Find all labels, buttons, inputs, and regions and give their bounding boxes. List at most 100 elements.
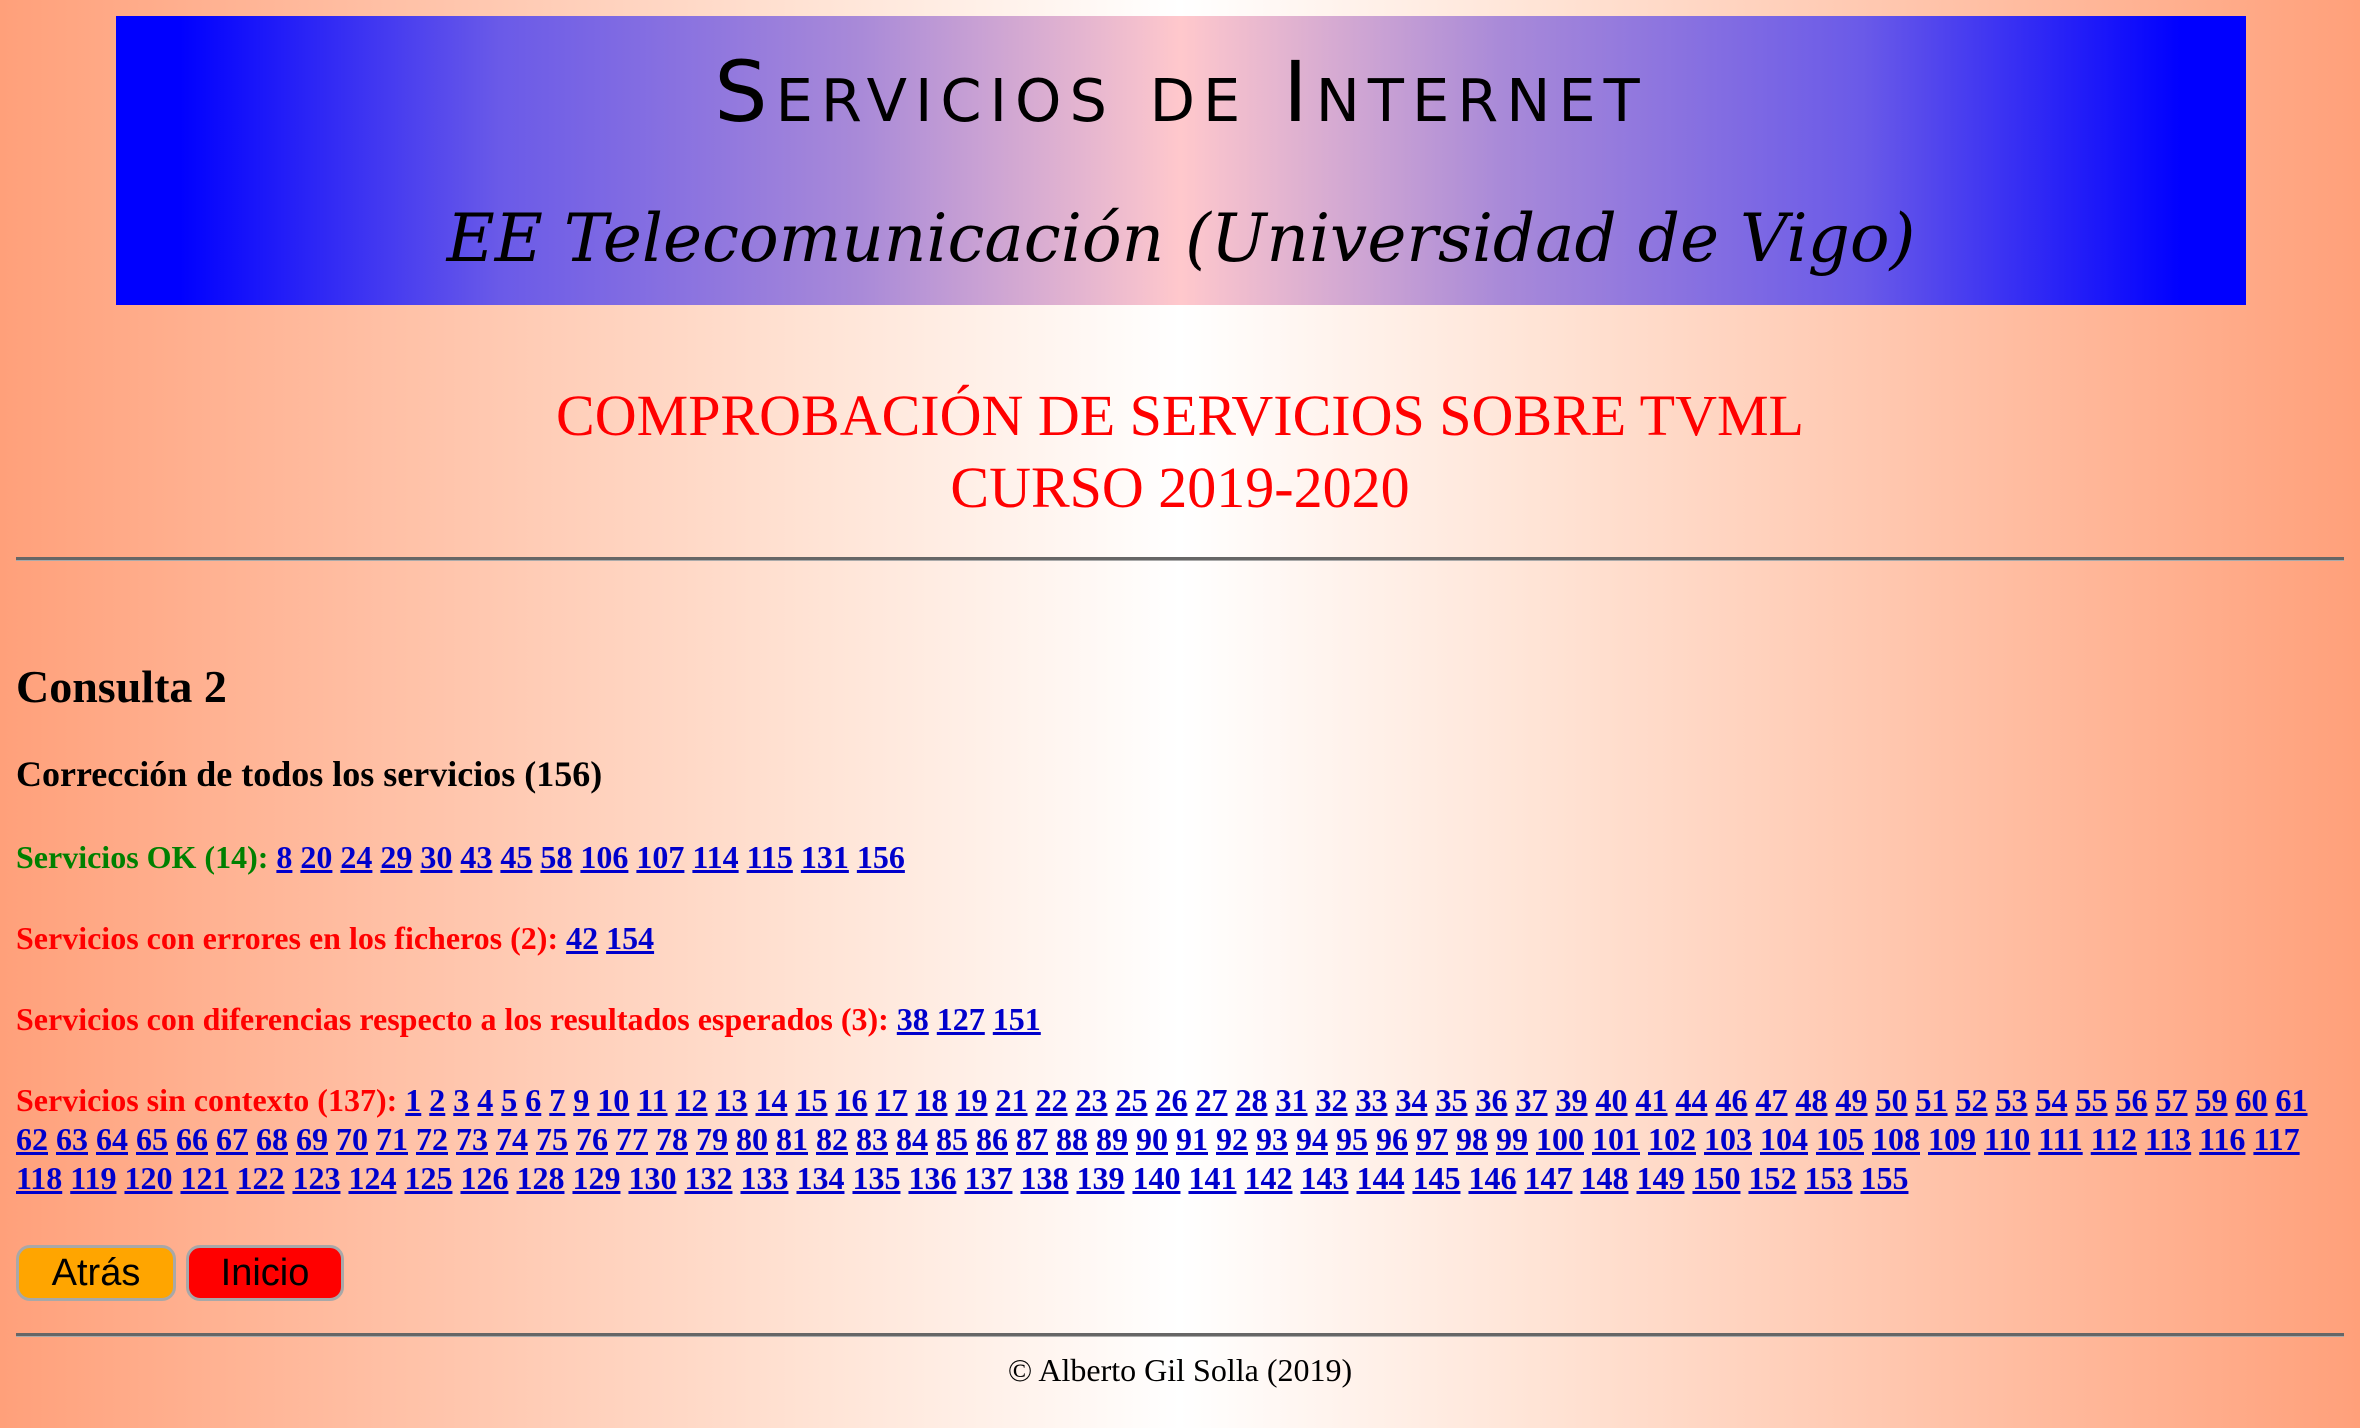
service-link[interactable]: 123 bbox=[292, 1160, 340, 1196]
service-link[interactable]: 141 bbox=[1188, 1160, 1236, 1196]
service-link[interactable]: 113 bbox=[2145, 1121, 2191, 1157]
service-link[interactable]: 154 bbox=[606, 920, 654, 956]
service-link[interactable]: 53 bbox=[1996, 1082, 2028, 1118]
service-link[interactable]: 29 bbox=[380, 839, 412, 875]
service-link[interactable]: 83 bbox=[856, 1121, 888, 1157]
service-link[interactable]: 85 bbox=[936, 1121, 968, 1157]
service-link[interactable]: 22 bbox=[1036, 1082, 1068, 1118]
service-link[interactable]: 155 bbox=[1860, 1160, 1908, 1196]
service-link[interactable]: 31 bbox=[1276, 1082, 1308, 1118]
service-link[interactable]: 87 bbox=[1016, 1121, 1048, 1157]
service-link[interactable]: 67 bbox=[216, 1121, 248, 1157]
service-link[interactable]: 8 bbox=[276, 839, 292, 875]
service-link[interactable]: 124 bbox=[348, 1160, 396, 1196]
service-link[interactable]: 66 bbox=[176, 1121, 208, 1157]
service-link[interactable]: 150 bbox=[1692, 1160, 1740, 1196]
service-link[interactable]: 110 bbox=[1984, 1121, 2030, 1157]
service-link[interactable]: 151 bbox=[993, 1001, 1041, 1037]
service-link[interactable]: 131 bbox=[801, 839, 849, 875]
service-link[interactable]: 77 bbox=[616, 1121, 648, 1157]
service-link[interactable]: 19 bbox=[956, 1082, 988, 1118]
service-link[interactable]: 79 bbox=[696, 1121, 728, 1157]
service-link[interactable]: 50 bbox=[1876, 1082, 1908, 1118]
service-link[interactable]: 91 bbox=[1176, 1121, 1208, 1157]
service-link[interactable]: 122 bbox=[236, 1160, 284, 1196]
service-link[interactable]: 32 bbox=[1316, 1082, 1348, 1118]
service-link[interactable]: 92 bbox=[1216, 1121, 1248, 1157]
service-link[interactable]: 23 bbox=[1076, 1082, 1108, 1118]
service-link[interactable]: 24 bbox=[340, 839, 372, 875]
service-link[interactable]: 5 bbox=[501, 1082, 517, 1118]
service-link[interactable]: 15 bbox=[796, 1082, 828, 1118]
service-link[interactable]: 59 bbox=[2196, 1082, 2228, 1118]
service-link[interactable]: 55 bbox=[2076, 1082, 2108, 1118]
service-link[interactable]: 129 bbox=[572, 1160, 620, 1196]
service-link[interactable]: 2 bbox=[429, 1082, 445, 1118]
service-link[interactable]: 109 bbox=[1928, 1121, 1976, 1157]
service-link[interactable]: 40 bbox=[1596, 1082, 1628, 1118]
service-link[interactable]: 60 bbox=[2236, 1082, 2268, 1118]
service-link[interactable]: 78 bbox=[656, 1121, 688, 1157]
service-link[interactable]: 107 bbox=[636, 839, 684, 875]
back-button[interactable]: Atrás bbox=[16, 1245, 176, 1301]
service-link[interactable]: 34 bbox=[1396, 1082, 1428, 1118]
service-link[interactable]: 16 bbox=[836, 1082, 868, 1118]
service-link[interactable]: 51 bbox=[1916, 1082, 1948, 1118]
service-link[interactable]: 118 bbox=[16, 1160, 62, 1196]
service-link[interactable]: 88 bbox=[1056, 1121, 1088, 1157]
service-link[interactable]: 111 bbox=[2038, 1121, 2082, 1157]
service-link[interactable]: 73 bbox=[456, 1121, 488, 1157]
service-link[interactable]: 108 bbox=[1872, 1121, 1920, 1157]
service-link[interactable]: 1 bbox=[405, 1082, 421, 1118]
service-link[interactable]: 142 bbox=[1244, 1160, 1292, 1196]
service-link[interactable]: 128 bbox=[516, 1160, 564, 1196]
service-link[interactable]: 103 bbox=[1704, 1121, 1752, 1157]
service-link[interactable]: 156 bbox=[857, 839, 905, 875]
service-link[interactable]: 127 bbox=[937, 1001, 985, 1037]
service-link[interactable]: 143 bbox=[1300, 1160, 1348, 1196]
service-link[interactable]: 17 bbox=[876, 1082, 908, 1118]
service-link[interactable]: 135 bbox=[852, 1160, 900, 1196]
service-link[interactable]: 76 bbox=[576, 1121, 608, 1157]
service-link[interactable]: 81 bbox=[776, 1121, 808, 1157]
service-link[interactable]: 26 bbox=[1156, 1082, 1188, 1118]
service-link[interactable]: 4 bbox=[477, 1082, 493, 1118]
service-link[interactable]: 47 bbox=[1756, 1082, 1788, 1118]
service-link[interactable]: 57 bbox=[2156, 1082, 2188, 1118]
service-link[interactable]: 52 bbox=[1956, 1082, 1988, 1118]
service-link[interactable]: 38 bbox=[897, 1001, 929, 1037]
service-link[interactable]: 116 bbox=[2199, 1121, 2245, 1157]
service-link[interactable]: 114 bbox=[692, 839, 738, 875]
service-link[interactable]: 75 bbox=[536, 1121, 568, 1157]
service-link[interactable]: 42 bbox=[566, 920, 598, 956]
service-link[interactable]: 41 bbox=[1636, 1082, 1668, 1118]
service-link[interactable]: 49 bbox=[1836, 1082, 1868, 1118]
service-link[interactable]: 98 bbox=[1456, 1121, 1488, 1157]
service-link[interactable]: 133 bbox=[740, 1160, 788, 1196]
service-link[interactable]: 10 bbox=[597, 1082, 629, 1118]
service-link[interactable]: 13 bbox=[716, 1082, 748, 1118]
service-link[interactable]: 56 bbox=[2116, 1082, 2148, 1118]
service-link[interactable]: 45 bbox=[500, 839, 532, 875]
service-link[interactable]: 43 bbox=[460, 839, 492, 875]
service-link[interactable]: 71 bbox=[376, 1121, 408, 1157]
service-link[interactable]: 94 bbox=[1296, 1121, 1328, 1157]
service-link[interactable]: 68 bbox=[256, 1121, 288, 1157]
home-button[interactable]: Inicio bbox=[186, 1245, 344, 1301]
service-link[interactable]: 35 bbox=[1436, 1082, 1468, 1118]
service-link[interactable]: 101 bbox=[1592, 1121, 1640, 1157]
service-link[interactable]: 93 bbox=[1256, 1121, 1288, 1157]
service-link[interactable]: 6 bbox=[525, 1082, 541, 1118]
service-link[interactable]: 20 bbox=[300, 839, 332, 875]
service-link[interactable]: 64 bbox=[96, 1121, 128, 1157]
service-link[interactable]: 36 bbox=[1476, 1082, 1508, 1118]
service-link[interactable]: 119 bbox=[70, 1160, 116, 1196]
service-link[interactable]: 48 bbox=[1796, 1082, 1828, 1118]
service-link[interactable]: 121 bbox=[180, 1160, 228, 1196]
service-link[interactable]: 58 bbox=[540, 839, 572, 875]
service-link[interactable]: 146 bbox=[1468, 1160, 1516, 1196]
service-link[interactable]: 61 bbox=[2276, 1082, 2308, 1118]
service-link[interactable]: 152 bbox=[1748, 1160, 1796, 1196]
service-link[interactable]: 95 bbox=[1336, 1121, 1368, 1157]
service-link[interactable]: 25 bbox=[1116, 1082, 1148, 1118]
